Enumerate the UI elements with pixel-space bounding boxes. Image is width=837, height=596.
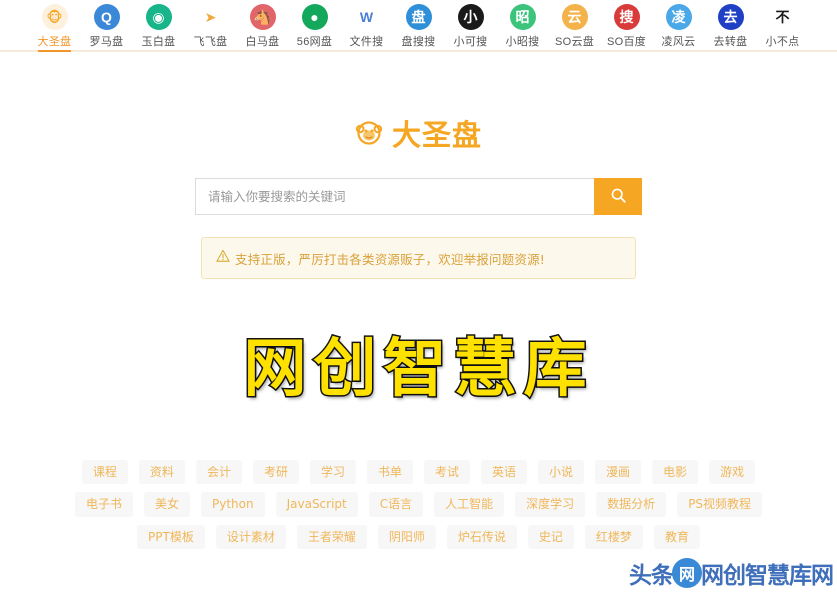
site-nav-bar: 🐵大圣盘Q罗马盘◉玉白盘➤飞飞盘🐴白马盘●56网盘W文件搜盘盘搜搜小小可搜昭小昭…	[0, 0, 837, 52]
tag-item[interactable]: 史记	[528, 525, 574, 549]
nav-item-label: 文件搜	[350, 33, 384, 49]
tag-item[interactable]: 考研	[253, 460, 299, 484]
nav-item-1[interactable]: 🐵 大圣盘	[29, 4, 81, 52]
nav-item-label: 飞飞盘	[194, 33, 228, 49]
tag-row: 电子书美女 Python JavaScript C语言人工智能深度学习数据分析 PS视频…	[60, 492, 777, 516]
logo-text: 大圣盘	[392, 112, 482, 154]
tag-item[interactable]: 红楼梦	[585, 525, 643, 549]
watermark: 头条 网 网创智慧库网	[629, 556, 833, 590]
tag-item[interactable]: 设计素材	[216, 525, 286, 549]
nav-item-4[interactable]: ➤ 飞飞盘	[185, 4, 237, 49]
nav-item-label: 小昭搜	[506, 33, 540, 49]
tag-row: PPT模板设计素材王者荣耀阴阳师炉石传说史记红楼梦教育	[60, 525, 777, 549]
tag-item[interactable]: Python	[201, 492, 265, 516]
paper-plane-icon: ➤	[198, 4, 224, 30]
notice-banner: 支持正版，严厉打击各类资源贩子，欢迎举报问题资源!	[201, 237, 636, 279]
nav-item-label: 盘搜搜	[402, 33, 436, 49]
nav-item-3[interactable]: ◉ 玉白盘	[133, 4, 185, 49]
tag-item[interactable]: 电子书	[75, 492, 133, 516]
site-logo[interactable]: 大圣盘	[0, 112, 837, 154]
nav-item-label: SO百度	[607, 33, 646, 49]
nav-item-14[interactable]: 去去转盘	[705, 4, 757, 49]
nav-item-5[interactable]: 🐴 白马盘	[237, 4, 289, 49]
nav-item-label: 玉白盘	[142, 33, 176, 49]
tag-item[interactable]: 课程	[82, 460, 128, 484]
monkey-head-icon	[355, 119, 383, 147]
tag-item[interactable]: 炉石传说	[447, 525, 517, 549]
search-bar	[195, 178, 642, 215]
nav-item-label: 56网盘	[297, 33, 332, 49]
tag-item[interactable]: 考试	[424, 460, 470, 484]
nav-item-label: 小不点	[766, 33, 800, 49]
tag-item[interactable]: 小说	[538, 460, 584, 484]
watermark-left-text: 头条	[629, 556, 673, 590]
hot-tags-section: 课程资料会计考研学习书单考试英语小说漫画电影游戏电子书美女 Python JavaS…	[0, 460, 837, 549]
target-ring-icon: ◉	[146, 4, 172, 30]
nav-item-label: 大圣盘	[38, 33, 72, 52]
ling-icon: 凌	[666, 4, 692, 30]
search-submit-button[interactable]	[594, 178, 642, 215]
search-red-icon: 搜	[614, 4, 640, 30]
tag-item[interactable]: 教育	[654, 525, 700, 549]
nav-item-label: 罗马盘	[90, 33, 124, 49]
nav-item-label: SO云盘	[555, 33, 594, 49]
warning-triangle-icon	[216, 249, 230, 268]
nav-item-9[interactable]: 小小可搜	[445, 4, 497, 49]
search-icon	[610, 187, 627, 207]
tag-item[interactable]: 深度学习	[515, 492, 585, 516]
tag-item[interactable]: 美女	[144, 492, 190, 516]
tag-item[interactable]: JavaScript	[276, 492, 358, 516]
tag-item[interactable]: 游戏	[709, 460, 755, 484]
nav-item-13[interactable]: 凌凌风云	[653, 4, 705, 49]
notice-text: 支持正版，严厉打击各类资源贩子，欢迎举报问题资源!	[235, 249, 545, 268]
search-input[interactable]	[195, 178, 594, 215]
horse-icon: 🐴	[250, 4, 276, 30]
nav-item-8[interactable]: 盘盘搜搜	[393, 4, 445, 49]
monkey-icon: 🐵	[42, 4, 68, 30]
tag-item[interactable]: 电影	[652, 460, 698, 484]
nav-item-6[interactable]: ● 56网盘	[289, 4, 341, 49]
qu-icon: 去	[718, 4, 744, 30]
tag-item[interactable]: 英语	[481, 460, 527, 484]
nav-item-7[interactable]: W 文件搜	[341, 4, 393, 49]
watermark-circle-icon: 网	[672, 558, 702, 588]
nav-item-10[interactable]: 昭小昭搜	[497, 4, 549, 49]
tag-item[interactable]: 书单	[367, 460, 413, 484]
tag-item[interactable]: 数据分析	[596, 492, 666, 516]
watermark-right-text: 网创智慧库网	[701, 556, 833, 590]
q-letter-icon: Q	[94, 4, 120, 30]
tag-item[interactable]: 阴阳师	[378, 525, 436, 549]
nav-item-15[interactable]: 不小不点	[757, 4, 809, 49]
nav-item-11[interactable]: 云 SO云盘	[549, 4, 601, 49]
tag-item[interactable]: 王者荣耀	[297, 525, 367, 549]
tag-item[interactable]: 会计	[196, 460, 242, 484]
w-letter-icon: W	[354, 4, 380, 30]
zhao-icon: 昭	[510, 4, 536, 30]
xiao-black-icon: 小	[458, 4, 484, 30]
nav-item-label: 凌风云	[662, 33, 696, 49]
nav-item-label: 去转盘	[714, 33, 748, 49]
tag-item[interactable]: 资料	[139, 460, 185, 484]
page-title: 网创智慧库	[244, 337, 594, 400]
tag-row: 课程资料会计考研学习书单考试英语小说漫画电影游戏	[60, 460, 777, 484]
tag-item[interactable]: PPT模板	[137, 525, 205, 549]
green-circle-icon: ●	[302, 4, 328, 30]
hero-section: 网创智慧库	[0, 337, 837, 400]
disk-icon: 盘	[406, 4, 432, 30]
tag-item[interactable]: C语言	[369, 492, 423, 516]
bu-text-icon: 不	[770, 4, 796, 30]
nav-item-2[interactable]: Q 罗马盘	[81, 4, 133, 49]
tag-item[interactable]: 漫画	[595, 460, 641, 484]
nav-item-label: 小可搜	[454, 33, 488, 49]
tag-item[interactable]: 人工智能	[434, 492, 504, 516]
tag-item[interactable]: 学习	[310, 460, 356, 484]
nav-item-label: 白马盘	[246, 33, 280, 49]
cloud-icon: 云	[562, 4, 588, 30]
nav-item-12[interactable]: 搜 SO百度	[601, 4, 653, 49]
tag-item[interactable]: PS视频教程	[677, 492, 762, 516]
